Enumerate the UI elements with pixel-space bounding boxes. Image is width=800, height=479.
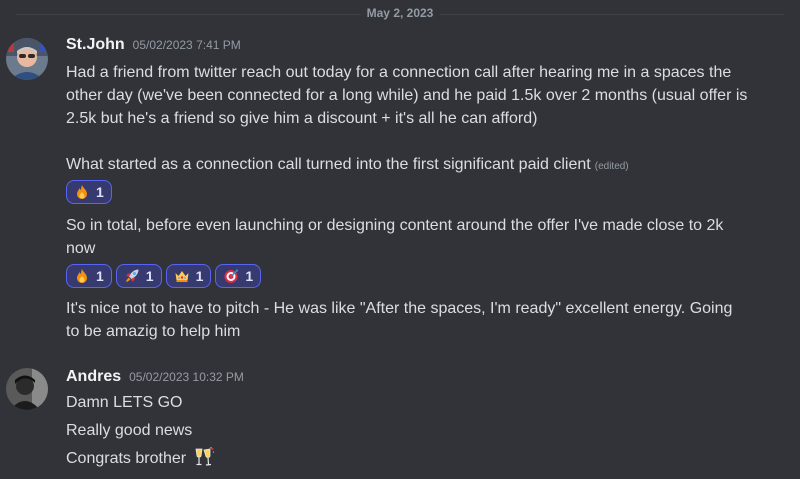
reaction-target[interactable]: 1: [215, 264, 262, 288]
message-line: now: [66, 240, 96, 257]
message-line: 2.5k but he's a friend so give him a dis…: [66, 110, 538, 127]
avatar[interactable]: [6, 38, 48, 80]
date-divider-label: May 2, 2023: [360, 6, 440, 20]
message-text: What started as a connection call turned…: [66, 156, 591, 173]
reaction-fire[interactable]: 1: [66, 180, 112, 204]
fire-emoji-icon: [77, 269, 87, 283]
message-line: Really good news: [66, 422, 193, 439]
reaction-count: 1: [145, 268, 154, 284]
timestamp: 05/02/2023 7:41 PM: [132, 38, 241, 52]
message-line: other day (we've been connected for a lo…: [66, 87, 748, 104]
message-line: to be amazig to help him: [66, 323, 241, 340]
crown-emoji-icon: [175, 271, 189, 282]
date-divider: May 2, 2023: [16, 6, 784, 20]
reaction-count: 1: [245, 268, 254, 284]
message-line: Congrats brother: [66, 447, 781, 470]
username[interactable]: St.John: [66, 36, 125, 54]
chat-messages: May 2, 2023 St.John 05/02/2023 7:41 PM H…: [0, 0, 800, 479]
message-line: It's nice not to have to pitch - He was …: [66, 300, 733, 317]
reaction-count: 1: [96, 268, 104, 284]
message-text: Congrats brother: [66, 450, 187, 467]
fire-emoji-icon: [77, 185, 87, 199]
rocket-emoji-icon: [125, 269, 139, 282]
reaction-rocket[interactable]: 1: [115, 264, 162, 288]
message-line: So in total, before even launching or de…: [66, 217, 724, 234]
message-line: Damn LETS GO: [66, 394, 183, 411]
message-line: What started as a connection call turned…: [66, 154, 781, 178]
target-emoji-icon: [224, 269, 239, 283]
reactions-row: 1: [66, 180, 112, 204]
reaction-fire[interactable]: 1: [66, 264, 112, 288]
reaction-count: 1: [96, 184, 104, 200]
edited-label: (edited): [594, 161, 629, 172]
message-line: Had a friend from twitter reach out toda…: [66, 64, 732, 81]
reaction-crown[interactable]: 1: [165, 264, 212, 288]
avatar[interactable]: [6, 368, 48, 410]
reactions-row: 1 1 1 1: [66, 264, 262, 288]
username[interactable]: Andres: [66, 368, 121, 386]
reaction-count: 1: [195, 268, 204, 284]
timestamp: 05/02/2023 10:32 PM: [129, 370, 244, 384]
champagne-glasses-icon: [195, 447, 214, 466]
